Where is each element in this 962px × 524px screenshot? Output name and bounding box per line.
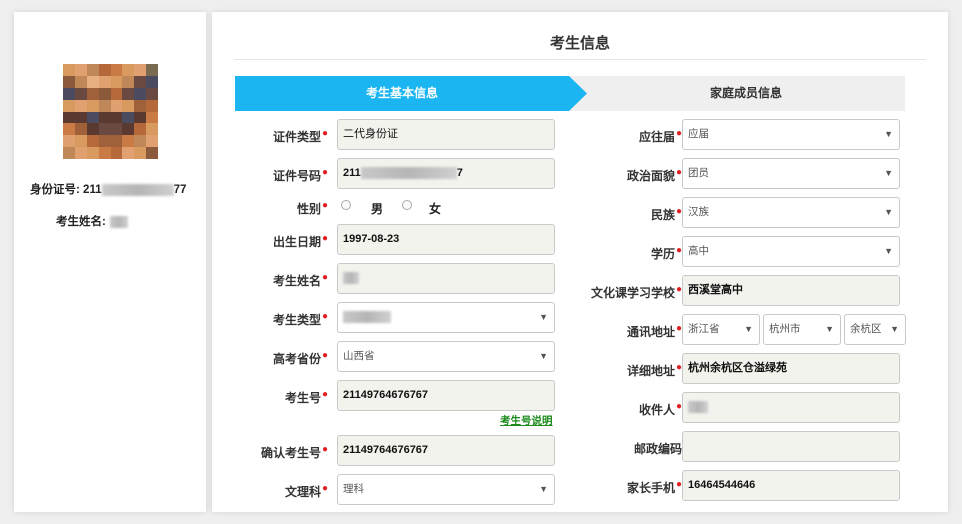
chevron-down-icon: ▼ — [539, 312, 548, 322]
cert-no-field[interactable]: 211 7 — [337, 158, 555, 189]
ethnic-label: 民族● — [650, 206, 682, 222]
id-number-row: 身份证号: 211 77 — [30, 181, 186, 197]
id-number-label: 身份证号: — [30, 184, 80, 196]
education-label: 学历● — [650, 245, 682, 261]
gender-label: 性别● — [296, 200, 328, 216]
address-city-select[interactable]: 杭州市 ▼ — [763, 314, 841, 345]
id-number-prefix: 211 — [83, 184, 102, 196]
parent-phone-field[interactable]: 16464544646 — [682, 470, 900, 501]
chevron-down-icon: ▼ — [825, 324, 834, 334]
detail-address-field[interactable]: 杭州余杭区仓溢绿苑 — [682, 353, 900, 384]
chevron-down-icon: ▼ — [884, 168, 893, 178]
chevron-down-icon: ▼ — [539, 484, 548, 494]
postcode-label: 邮政编码 — [633, 442, 682, 456]
cert-no-redacted — [360, 167, 457, 180]
birth-label: 出生日期● — [272, 233, 328, 249]
province-label: 高考省份● — [272, 350, 328, 366]
address-label: 通讯地址● — [626, 323, 682, 339]
recipient-label: 收件人● — [638, 401, 682, 417]
title-divider — [234, 59, 926, 60]
exam-type-select[interactable]: ▼ — [337, 302, 555, 333]
name-field[interactable] — [337, 263, 555, 294]
address-district-select[interactable]: 余杭区 ▼ — [844, 314, 906, 345]
cert-type-label: 证件类型● — [272, 128, 328, 144]
postcode-field[interactable] — [682, 431, 900, 462]
tab-bar: 考生基本信息 家庭成员信息 — [235, 76, 905, 111]
parent-phone-label: 家长手机● — [626, 479, 682, 495]
name-row: 考生姓名: — [56, 213, 128, 229]
confirm-no-field[interactable]: 21149764676767 — [337, 435, 555, 466]
confirm-no-label: 确认考生号● — [260, 444, 328, 460]
gender-female-label: 女 — [429, 202, 442, 216]
school-field[interactable]: 西溪堂高中 — [682, 275, 900, 306]
grad-year-label: 应往届● — [638, 128, 682, 144]
exam-type-label: 考生类型● — [272, 311, 328, 327]
tab-basic-info[interactable]: 考生基本信息 — [235, 76, 587, 111]
name-label: 考生姓名: — [56, 216, 106, 228]
detail-address-label: 详细地址● — [626, 362, 682, 378]
student-info-card: 考生信息 考生基本信息 家庭成员信息 证件类型● 二代身份证 证件号码● 211… — [212, 12, 948, 512]
subject-label: 文理科● — [284, 483, 328, 499]
birth-field[interactable]: 1997-08-23 — [337, 224, 555, 255]
profile-sidebar: 身份证号: 211 77 考生姓名: — [14, 12, 206, 512]
avatar — [63, 64, 158, 159]
exam-no-help-link[interactable]: 考生号说明 — [500, 413, 553, 428]
chevron-down-icon: ▼ — [744, 324, 753, 334]
cert-type-field[interactable]: 二代身份证 — [337, 119, 555, 150]
chevron-down-icon: ▼ — [539, 351, 548, 361]
id-number-suffix: 77 — [173, 184, 187, 196]
gender-male-radio[interactable] — [341, 200, 351, 210]
ethnic-select[interactable]: 汉族 ▼ — [682, 197, 900, 228]
exam-no-label: 考生号● — [284, 389, 328, 405]
name-label-form: 考生姓名● — [272, 272, 328, 288]
cert-no-label: 证件号码● — [272, 167, 328, 183]
political-label: 政治面貌● — [626, 167, 682, 183]
chevron-down-icon: ▼ — [884, 207, 893, 217]
exam-no-field[interactable]: 21149764676767 — [337, 380, 555, 411]
tab-family-info[interactable]: 家庭成员信息 — [587, 76, 905, 111]
address-province-select[interactable]: 浙江省 ▼ — [682, 314, 760, 345]
id-number-redacted — [101, 183, 174, 196]
grad-year-select[interactable]: 应届 ▼ — [682, 119, 900, 150]
political-select[interactable]: 团员 ▼ — [682, 158, 900, 189]
subject-select[interactable]: 理科 ▼ — [337, 474, 555, 505]
chevron-down-icon: ▼ — [890, 324, 899, 334]
chevron-down-icon: ▼ — [884, 246, 893, 256]
education-select[interactable]: 高中 ▼ — [682, 236, 900, 267]
recipient-field[interactable] — [682, 392, 900, 423]
page-title: 考生信息 — [549, 35, 610, 52]
chevron-down-icon: ▼ — [884, 129, 893, 139]
province-select[interactable]: 山西省 ▼ — [337, 341, 555, 372]
gender-female-radio[interactable] — [402, 200, 412, 210]
name-redacted — [109, 215, 128, 228]
gender-male-label: 男 — [371, 202, 384, 216]
school-label: 文化课学习学校● — [590, 284, 682, 300]
